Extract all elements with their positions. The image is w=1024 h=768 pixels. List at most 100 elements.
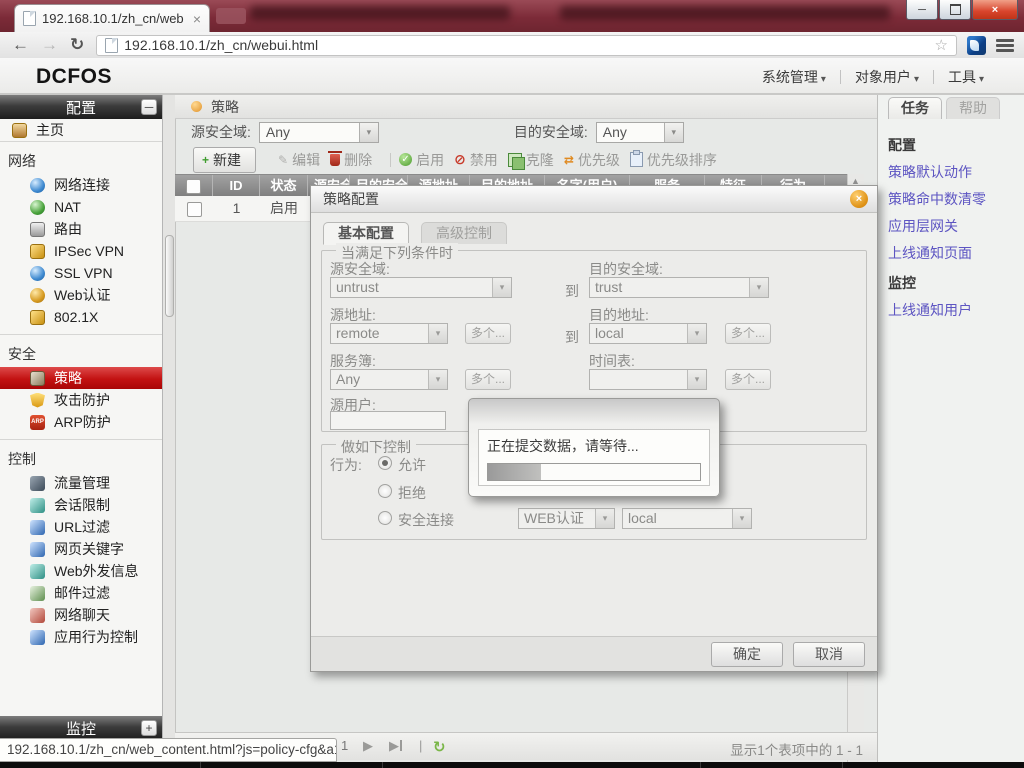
maximize-button[interactable] [939,0,971,20]
sidebar-item-802-1x[interactable]: 802.1X [0,306,162,328]
forward-button[interactable]: → [41,35,58,55]
cancel-button[interactable]: 取消 [793,642,865,667]
src-zone-select[interactable]: untrust ▾ [330,277,512,298]
sidebar-config-header[interactable]: 配置 ─ [0,95,162,119]
tab-task[interactable]: 任务 [888,97,942,119]
radio-deny[interactable] [378,484,392,498]
select-all-cell[interactable] [175,175,213,197]
radio-allow[interactable] [378,456,392,470]
browser-menu-icon[interactable] [996,38,1014,52]
next-page-button[interactable]: ▶ [363,738,373,754]
schedule-multiple-button[interactable]: 多个... [725,369,771,390]
blurred-window-title [250,6,510,20]
sidebar-item-network-chat[interactable]: 网络聊天 [0,604,162,626]
link-online-notify-page[interactable]: 上线通知页面 [888,243,1018,263]
schedule-select[interactable]: ▾ [589,369,707,390]
auth-db-select[interactable]: local ▾ [622,508,752,529]
src-zone-filter-select[interactable]: Any ▾ [258,121,379,143]
sidebar-item-policy[interactable]: 策略 [0,367,162,389]
sidebar-item-attack-defense[interactable]: 攻击防护 [0,389,162,411]
delete-button[interactable]: 删除 [328,150,372,170]
clone-button[interactable]: 克隆 [507,150,554,170]
dialog-title-bar[interactable]: 策略配置 [311,186,877,213]
sidebar-item-home[interactable]: 主页 [0,119,162,142]
chevron-down-icon: ▾ [687,370,706,389]
dst-zone-select[interactable]: trust ▾ [589,277,769,298]
menu-object-user[interactable]: 对象用户 ▾ [855,67,919,87]
block-icon: ⊘ [454,151,466,167]
tab-close-icon[interactable]: × [193,11,201,27]
col-id[interactable]: ID [213,175,260,197]
src-user-input[interactable] [330,411,446,430]
sidebar-item-ipsec-vpn[interactable]: IPSec VPN [0,240,162,262]
src-addr-select[interactable]: remote ▾ [330,323,448,344]
radio-secure-connection[interactable] [378,511,392,525]
tab-advanced-control[interactable]: 高级控制 [421,222,507,244]
url-filter-icon [30,519,45,535]
service-select[interactable]: Any ▾ [330,369,448,390]
url-text[interactable]: 192.168.10.1/zh_cn/webui.html [124,37,318,53]
status-bar-link: 192.168.10.1/zh_cn/web_content.html?js=p… [0,738,337,762]
row-checkbox[interactable] [186,201,202,217]
ok-button[interactable]: 确定 [711,642,783,667]
sidebar-item-route[interactable]: 路由 [0,218,162,240]
browser-tab[interactable]: 192.168.10.1/zh_cn/web × [14,4,210,32]
splitter-handle[interactable] [165,235,174,317]
row-id: 1 [232,200,241,216]
address-bar[interactable]: 192.168.10.1/zh_cn/webui.html ☆ [96,34,957,56]
link-alg[interactable]: 应用层网关 [888,216,1018,236]
page-number[interactable]: 1 [341,738,348,753]
menu-tools[interactable]: 工具 ▾ [948,67,984,87]
collapse-icon[interactable]: ─ [141,99,157,115]
src-addr-multiple-button[interactable]: 多个... [465,323,511,344]
sidebar-item-session-limit[interactable]: 会话限制 [0,494,162,516]
link-policy-default-action[interactable]: 策略默认动作 [888,162,1018,182]
enable-button[interactable]: ✓ 启用 [399,150,444,170]
tab-help[interactable]: 帮助 [946,97,1000,119]
dialog-close-icon[interactable]: × [850,190,868,208]
service-multiple-button[interactable]: 多个... [465,369,511,390]
last-page-button[interactable]: ▶ [389,738,402,754]
sidebar-item-url-filter[interactable]: URL过滤 [0,516,162,538]
checkbox[interactable] [186,179,201,195]
close-window-button[interactable]: × [972,0,1018,20]
tab-basic-config[interactable]: 基本配置 [323,222,409,245]
back-button[interactable]: ← [12,35,29,55]
divider [932,70,934,84]
sidebar-item-arp-defense[interactable]: ARP ARP防护 [0,411,162,433]
priority-sort-button[interactable]: 优先级排序 [629,150,717,170]
page-icon [105,37,119,53]
sidebar-item-nat[interactable]: NAT [0,196,162,218]
dst-zone-filter-label: 目的安全域: [513,124,588,140]
reload-button[interactable]: ↻ [70,35,84,55]
extension-icon[interactable] [967,35,986,55]
auth-type-select[interactable]: WEB认证 ▾ [518,508,615,529]
link-policy-hit-reset[interactable]: 策略命中数清零 [888,189,1018,209]
menu-system-admin[interactable]: 系统管理 ▾ [762,67,826,87]
new-button[interactable]: + 新建 [193,146,257,173]
dst-addr-select[interactable]: local ▾ [589,323,707,344]
link-online-notify-user[interactable]: 上线通知用户 [888,300,1018,320]
sidebar-item-network-connection[interactable]: 网络连接 [0,174,162,196]
sidebar-item-mail-filter[interactable]: 邮件过滤 [0,582,162,604]
expand-icon[interactable]: + [141,720,157,736]
priority-button[interactable]: ⇄ 优先级 [564,150,620,170]
web-outgoing-icon [30,563,45,579]
maximize-icon [949,4,961,15]
sidebar-item-traffic-mgmt[interactable]: 流量管理 [0,472,162,494]
edit-button[interactable]: ✎ 编辑 [278,150,320,170]
refresh-icon[interactable]: ↻ [433,738,446,756]
sidebar-item-app-behavior[interactable]: 应用行为控制 [0,626,162,648]
dst-zone-filter-select[interactable]: Any ▾ [595,121,684,143]
sidebar-item-web-auth[interactable]: Web认证 [0,284,162,306]
minimize-button[interactable]: ─ [906,0,938,20]
bookmark-star-icon[interactable]: ☆ [935,36,948,54]
dst-addr-multiple-button[interactable]: 多个... [725,323,771,344]
sidebar-item-ssl-vpn[interactable]: SSL VPN [0,262,162,284]
disable-button[interactable]: ⊘ 禁用 [454,150,498,170]
sidebar-item-web-keyword[interactable]: 网页关键字 [0,538,162,560]
col-status[interactable]: 状态 [260,175,308,197]
sidebar-monitor-header[interactable]: 监控 + [0,716,162,740]
new-tab-button[interactable] [216,8,246,24]
sidebar-item-web-outgoing[interactable]: Web外发信息 [0,560,162,582]
